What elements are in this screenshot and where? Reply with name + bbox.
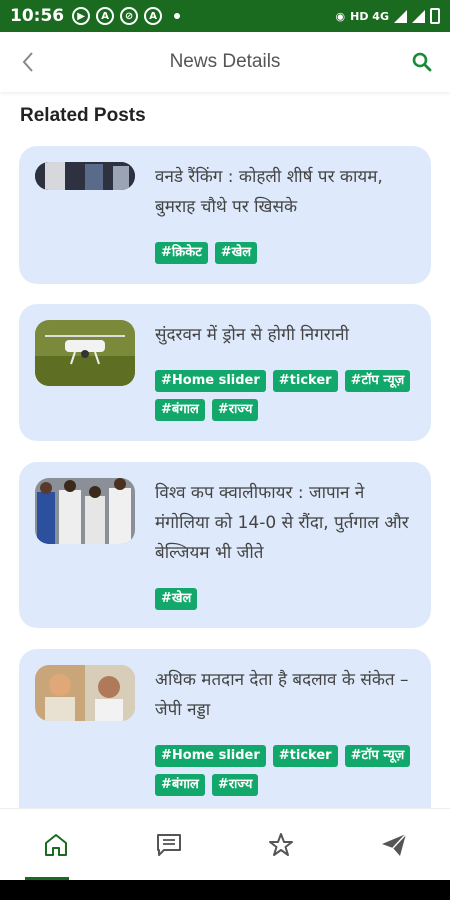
post-headline: वनडे रैंकिंग : कोहली शीर्ष पर कायम, बुमर…: [155, 167, 383, 217]
post-tags: #खेल: [155, 588, 417, 610]
comment-icon: [156, 833, 181, 856]
bottom-navigation: [0, 808, 450, 880]
search-icon: [412, 52, 432, 72]
chevron-left-icon: [22, 52, 33, 72]
system-navigation-bar: [0, 880, 450, 900]
page-title: News Details: [169, 51, 281, 72]
notification-icon: ▶: [72, 7, 91, 25]
tag-chip[interactable]: #राज्य: [211, 399, 259, 421]
tag-chip[interactable]: #खेल: [214, 242, 258, 264]
post-thumbnail: [35, 320, 135, 386]
tag-chip[interactable]: #Home slider: [155, 370, 266, 392]
tag-chip[interactable]: #राज्य: [211, 774, 259, 796]
nav-favorites[interactable]: [225, 809, 338, 880]
nav-home[interactable]: [0, 809, 113, 880]
send-icon: [381, 832, 407, 856]
post-headline: सुंदरवन में ड्रोन से होगी निगरानी: [155, 325, 349, 345]
star-icon: [269, 832, 294, 856]
post-card[interactable]: विश्व कप क्वालीफायर : जापान ने मंगोलिया …: [19, 462, 431, 628]
post-thumbnail: [35, 478, 135, 544]
notification-icon: A: [144, 7, 163, 25]
post-card[interactable]: अधिक मतदान देता है बदलाव के संकेत – जेपी…: [19, 649, 431, 829]
section-title: Related Posts: [20, 105, 146, 126]
app-bar: News Details: [0, 32, 450, 92]
search-button[interactable]: [394, 32, 450, 92]
post-tags: #Home slider #ticker #टॉप न्यूज़ #बंगाल …: [155, 745, 417, 796]
nav-comments[interactable]: [113, 809, 226, 880]
post-card[interactable]: सुंदरवन में ड्रोन से होगी निगरानी #Home …: [19, 304, 431, 441]
signal-icon: [412, 9, 425, 23]
signal-icon: [394, 9, 407, 23]
post-thumbnail: [35, 665, 135, 721]
battery-icon: [430, 8, 440, 24]
status-time: 10:56: [10, 6, 65, 26]
more-notifications-icon: [174, 13, 181, 19]
network-label: HD 4G: [350, 9, 389, 23]
back-button[interactable]: [0, 32, 56, 92]
notification-icon: ⊘: [120, 7, 139, 25]
post-headline: अधिक मतदान देता है बदलाव के संकेत – जेपी…: [155, 670, 409, 720]
tag-chip[interactable]: #ticker: [272, 745, 338, 767]
nav-share[interactable]: [338, 809, 450, 880]
notification-icon: A: [96, 7, 115, 25]
post-tags: #क्रिकेट #खेल: [155, 242, 417, 264]
tag-chip[interactable]: #टॉप न्यूज़: [344, 370, 411, 392]
post-headline: विश्व कप क्वालीफायर : जापान ने मंगोलिया …: [155, 483, 409, 563]
home-icon: [45, 833, 68, 856]
tag-chip[interactable]: #क्रिकेट: [155, 242, 208, 264]
tag-chip[interactable]: #खेल: [155, 588, 198, 610]
tag-chip[interactable]: #बंगाल: [155, 774, 205, 796]
post-card[interactable]: वनडे रैंकिंग : कोहली शीर्ष पर कायम, बुमर…: [19, 146, 431, 284]
tag-chip[interactable]: #Home slider: [155, 745, 266, 767]
tag-chip[interactable]: #ticker: [272, 370, 338, 392]
tag-chip[interactable]: #टॉप न्यूज़: [344, 745, 411, 767]
tag-chip[interactable]: #बंगाल: [155, 399, 205, 421]
post-thumbnail: [35, 162, 135, 190]
post-tags: #Home slider #ticker #टॉप न्यूज़ #बंगाल …: [155, 370, 417, 421]
hotspot-icon: ◉: [335, 9, 346, 23]
status-bar: 10:56 ▶ A ⊘ A ◉ HD 4G: [0, 0, 450, 32]
